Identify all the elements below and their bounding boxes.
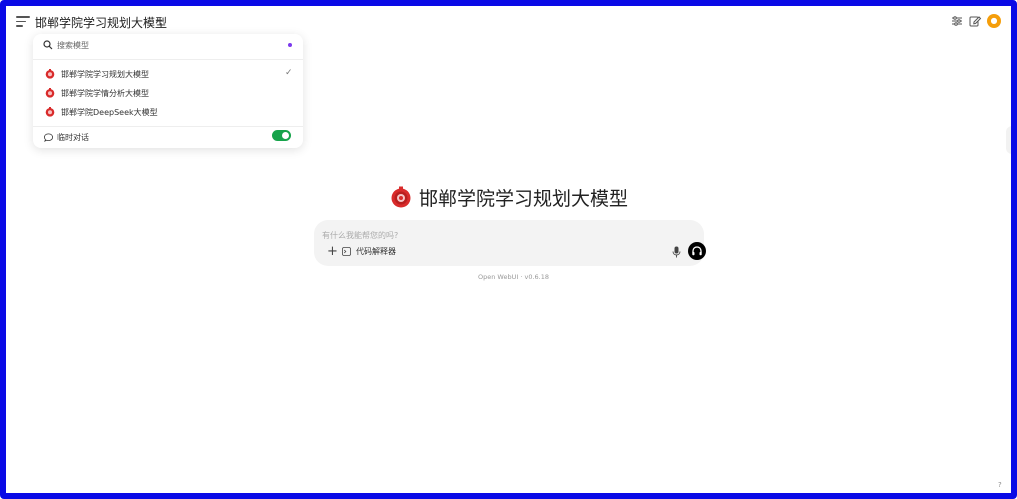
add-model-button[interactable]: + <box>155 14 165 28</box>
hero-model-title: 邯郸学院学习规划大模型 <box>419 188 629 210</box>
message-composer: + 代码解释器 <box>314 220 706 266</box>
chat-bubble-icon <box>44 133 53 142</box>
temporary-chat-toggle[interactable] <box>272 130 291 141</box>
help-button[interactable]: ? <box>998 481 1002 489</box>
controls-icon[interactable] <box>950 14 964 28</box>
microphone-icon[interactable] <box>672 246 681 258</box>
model-option-label: 邯郸学院学习规划大模型 <box>61 70 149 79</box>
side-panel-handle[interactable] <box>1006 126 1011 154</box>
app-window: 邯郸学院学习规划大模型 + ● 搜索模型 邯郸学院学习规划大模型 ✓ 邯郸学院学… <box>0 0 1017 499</box>
code-interpreter-label: 代码解释器 <box>356 247 396 256</box>
model-option-learning-analysis[interactable]: 邯郸学院学情分析大模型 <box>39 84 297 102</box>
terminal-icon <box>342 247 351 256</box>
model-logo-icon <box>45 69 55 79</box>
status-dot <box>288 43 292 47</box>
model-option-label: 邯郸学院学情分析大模型 <box>61 89 149 98</box>
divider <box>33 126 303 127</box>
model-option-study-planning[interactable]: 邯郸学院学习规划大模型 ✓ <box>39 65 297 83</box>
attach-plus-button[interactable]: + <box>327 245 338 259</box>
model-search <box>33 34 303 56</box>
model-search-input[interactable] <box>57 37 277 53</box>
model-logo-icon <box>391 186 411 208</box>
menu-line <box>16 25 23 27</box>
check-icon: ✓ <box>285 68 293 78</box>
model-option-label: 邯郸学院DeepSeek大模型 <box>61 108 158 117</box>
menu-line <box>16 20 26 22</box>
user-avatar[interactable]: ● <box>987 14 1001 28</box>
menu-line <box>16 16 30 18</box>
model-dropdown: 邯郸学院学习规划大模型 ✓ 邯郸学院学情分析大模型 邯郸学院DeepSeek大模… <box>33 34 303 148</box>
temporary-chat-label: 临时对话 <box>57 133 89 142</box>
new-chat-edit-icon[interactable] <box>968 14 982 28</box>
model-option-deepseek[interactable]: 邯郸学院DeepSeek大模型 <box>39 103 297 121</box>
headphones-icon <box>692 246 702 256</box>
sidebar-toggle-button[interactable] <box>16 16 30 28</box>
search-icon <box>43 40 53 50</box>
message-input[interactable] <box>322 228 682 242</box>
voice-mode-button[interactable] <box>688 242 706 260</box>
model-logo-icon <box>45 88 55 98</box>
chevron-down-icon[interactable] <box>143 18 153 26</box>
version-text: Open WebUI · v0.6.18 <box>478 273 549 281</box>
model-logo-icon <box>45 107 55 117</box>
divider <box>33 59 303 60</box>
